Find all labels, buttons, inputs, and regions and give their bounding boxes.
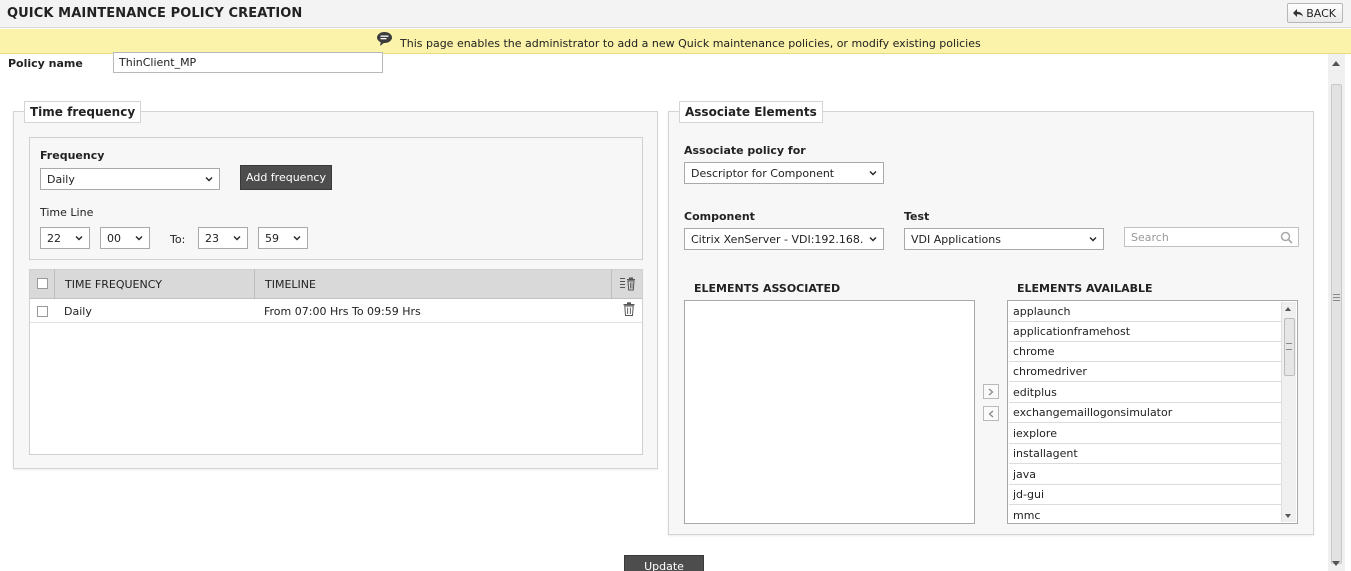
column-header-time-frequency[interactable]: TIME FREQUENCY	[65, 278, 162, 291]
timeline-label: Time Line	[40, 206, 94, 219]
search-icon	[1280, 231, 1293, 244]
scroll-down-icon[interactable]	[1285, 514, 1291, 518]
from-minute-value: 00	[107, 231, 121, 245]
list-item[interactable]: chromedriver	[1009, 362, 1282, 382]
list-item[interactable]: applicationframehost	[1009, 322, 1282, 342]
row-checkbox[interactable]	[37, 306, 48, 317]
to-minute-select[interactable]: 59	[258, 227, 308, 249]
list-item[interactable]: installagent	[1009, 444, 1282, 464]
scrollbar-grip-icon	[1333, 294, 1340, 301]
test-label: Test	[904, 210, 930, 223]
scroll-up-icon[interactable]	[1332, 61, 1340, 66]
from-minute-select[interactable]: 00	[100, 227, 150, 249]
chevron-down-icon	[233, 236, 241, 241]
frequency-table: TIME FREQUENCY TIMELINE Daily From 07:00…	[29, 269, 643, 455]
frequency-select-value: Daily	[47, 172, 75, 186]
back-button[interactable]: BACK	[1287, 3, 1343, 23]
select-all-checkbox[interactable]	[37, 278, 48, 289]
chevron-down-icon	[75, 236, 83, 241]
page-scrollbar[interactable]	[1328, 54, 1345, 571]
back-arrow-icon	[1293, 9, 1304, 17]
search-placeholder: Search	[1131, 230, 1169, 244]
policy-name-label: Policy name	[8, 57, 83, 70]
title-bar: QUICK MAINTENANCE POLICY CREATION BACK	[0, 0, 1351, 28]
search-input[interactable]: Search	[1124, 227, 1299, 247]
add-frequency-button[interactable]: Add frequency	[240, 165, 332, 190]
elements-available-header: ELEMENTS AVAILABLE	[1017, 282, 1153, 295]
policy-name-input[interactable]	[113, 52, 383, 73]
column-divider	[254, 270, 255, 299]
scroll-up-icon[interactable]	[1285, 307, 1291, 311]
back-button-label: BACK	[1306, 6, 1336, 20]
associate-policy-for-value: Descriptor for Component	[691, 166, 835, 180]
list-item[interactable]: chrome	[1009, 342, 1282, 362]
column-divider	[611, 270, 612, 299]
from-hour-select[interactable]: 22	[40, 227, 90, 249]
associate-elements-panel: Associate Elements Associate policy for …	[668, 101, 1314, 535]
arrow-right-icon	[988, 388, 994, 395]
speech-bubble-icon	[377, 32, 392, 46]
chevron-down-icon	[293, 236, 301, 241]
list-item[interactable]: editplus	[1009, 383, 1282, 403]
chevron-down-icon	[135, 236, 143, 241]
elements-available-list[interactable]: applaunch applicationframehost chrome ch…	[1007, 300, 1298, 524]
chevron-down-icon	[869, 237, 877, 242]
component-select[interactable]: Citrix XenServer - VDI:192.168.	[684, 228, 884, 250]
chevron-down-icon	[205, 177, 213, 182]
elements-associated-header: ELEMENTS ASSOCIATED	[694, 282, 841, 295]
page-title: QUICK MAINTENANCE POLICY CREATION	[7, 6, 303, 21]
test-select-value: VDI Applications	[911, 232, 1001, 246]
chevron-down-icon	[1089, 237, 1097, 242]
associate-policy-for-select[interactable]: Descriptor for Component	[684, 162, 884, 184]
list-item[interactable]: mmc	[1009, 506, 1282, 523]
to-minute-value: 59	[265, 231, 279, 245]
component-select-value: Citrix XenServer - VDI:192.168.	[691, 232, 864, 246]
associate-elements-legend: Associate Elements	[679, 101, 823, 123]
column-header-timeline[interactable]: TIMELINE	[265, 278, 316, 291]
row-timeline: From 07:00 Hrs To 09:59 Hrs	[264, 305, 421, 318]
list-item[interactable]: exchangemaillogonsimulator	[1009, 403, 1282, 423]
info-banner: This page enables the administrator to a…	[0, 29, 1351, 54]
chevron-down-icon	[869, 171, 877, 176]
update-button[interactable]: Update	[624, 555, 704, 571]
from-hour-value: 22	[47, 231, 61, 245]
table-row[interactable]: Daily From 07:00 Hrs To 09:59 Hrs	[30, 299, 642, 323]
frequency-select[interactable]: Daily	[40, 168, 220, 190]
add-element-button[interactable]	[983, 384, 999, 399]
associate-policy-for-label: Associate policy for	[684, 144, 806, 157]
list-item[interactable]: jd-gui	[1009, 485, 1282, 505]
test-select[interactable]: VDI Applications	[904, 228, 1104, 250]
trash-icon[interactable]	[623, 302, 635, 316]
to-hour-select[interactable]: 23	[198, 227, 248, 249]
row-frequency: Daily	[64, 305, 92, 318]
to-label: To:	[170, 233, 186, 246]
component-label: Component	[684, 210, 755, 223]
scrollbar-thumb[interactable]	[1331, 84, 1342, 564]
to-hour-value: 23	[205, 231, 219, 245]
column-divider	[54, 270, 55, 299]
scroll-down-icon[interactable]	[1332, 561, 1340, 566]
scrollbar-grip-icon	[1286, 343, 1292, 350]
elements-associated-list[interactable]	[684, 300, 975, 524]
time-frequency-legend: Time frequency	[24, 101, 142, 123]
frequency-form: Frequency Daily Add frequency Time Line …	[29, 137, 643, 260]
info-banner-text: This page enables the administrator to a…	[400, 37, 981, 50]
list-item[interactable]: applaunch	[1009, 302, 1282, 322]
arrow-left-icon	[988, 410, 994, 417]
table-header: TIME FREQUENCY TIMELINE	[30, 270, 642, 299]
frequency-label: Frequency	[40, 149, 105, 162]
available-list-scrollbar[interactable]	[1281, 302, 1296, 522]
time-frequency-panel: Time frequency Frequency Daily Add frequ…	[13, 101, 658, 469]
list-item[interactable]: java	[1009, 465, 1282, 485]
remove-element-button[interactable]	[983, 406, 999, 421]
list-item[interactable]: iexplore	[1009, 424, 1282, 444]
column-settings-icon[interactable]	[620, 277, 636, 291]
